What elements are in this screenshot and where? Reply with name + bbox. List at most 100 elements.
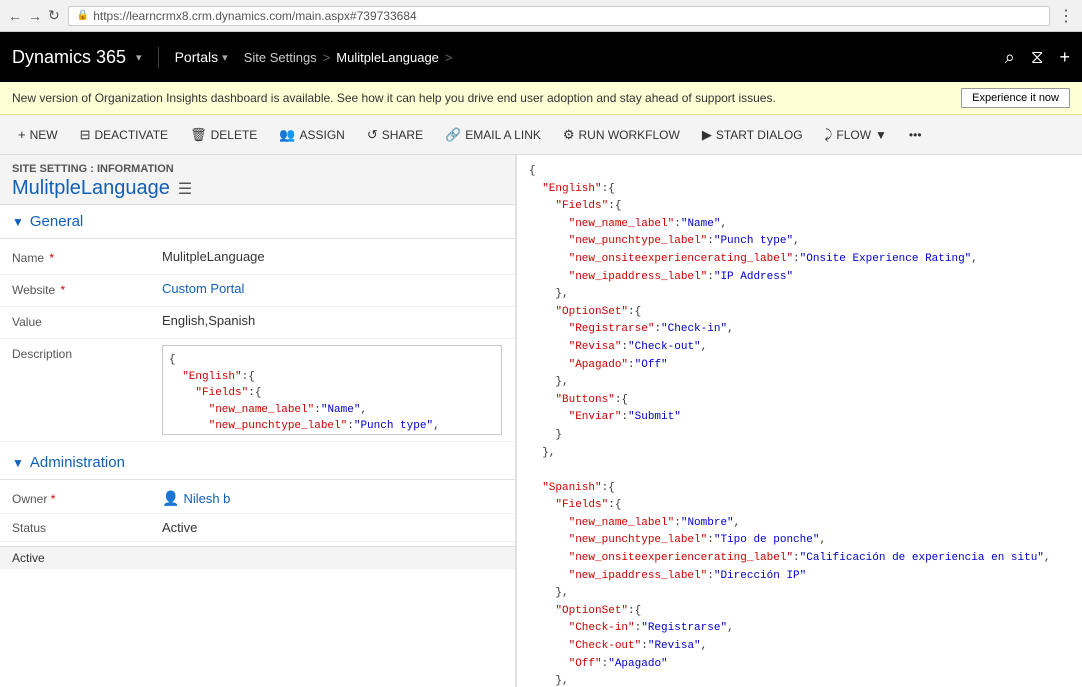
entity-type: SITE SETTING : INFORMATION [12, 163, 503, 175]
json-line-5: "new_onsiteexperiencerating_label":"Onsi… [529, 251, 1070, 269]
main-container: SITE SETTING : INFORMATION MulitpleLangu… [0, 155, 1082, 687]
json-line-24: "OptionSet":{ [529, 603, 1070, 621]
value-value[interactable]: English,Spanish [162, 313, 503, 328]
experience-button[interactable]: Experience it now [961, 88, 1070, 108]
general-section-title: General [30, 213, 83, 230]
json-line-23: }, [529, 585, 1070, 603]
workflow-label: RUN WORKFLOW [579, 128, 680, 142]
assign-label: ASSIGN [299, 128, 344, 142]
json-line-8: "OptionSet":{ [529, 304, 1070, 322]
app-header: Dynamics 365 ▾ Portals ▾ Site Settings >… [0, 32, 1082, 82]
dialog-icon: ▶ [702, 127, 712, 143]
json-line-9: "Registrarse":"Check-in", [529, 321, 1070, 339]
page-title: MulitpleLanguage [12, 177, 170, 200]
share-button[interactable]: ↺ SHARE [357, 121, 433, 149]
breadcrumb-arrow-2: > [445, 50, 453, 65]
status-value: Active [162, 520, 197, 535]
app-title-chevron[interactable]: ▾ [136, 51, 142, 64]
json-line-28: }, [529, 673, 1070, 687]
browser-nav[interactable]: ← → ↻ [8, 7, 60, 24]
general-fields: Name * MulitpleLanguage Website * Custom… [0, 239, 515, 446]
json-line-12: }, [529, 374, 1070, 392]
general-toggle-icon[interactable]: ▼ [12, 215, 24, 229]
run-workflow-button[interactable]: ⚙ RUN WORKFLOW [553, 121, 690, 149]
name-field-row: Name * MulitpleLanguage [0, 243, 515, 275]
json-line-14: "Enviar":"Submit" [529, 409, 1070, 427]
admin-toggle-icon[interactable]: ▼ [12, 456, 24, 470]
notification-text: New version of Organization Insights das… [12, 91, 776, 105]
portals-nav[interactable]: Portals ▾ [159, 49, 244, 65]
deactivate-icon: ⊟ [80, 127, 91, 143]
status-text: Active [12, 551, 45, 565]
page-title-row: MulitpleLanguage ☰ [12, 177, 503, 200]
portals-label: Portals [175, 49, 219, 65]
portals-chevron[interactable]: ▾ [222, 51, 228, 64]
json-line-16: }, [529, 445, 1070, 463]
refresh-icon[interactable]: ↻ [48, 7, 60, 24]
breadcrumb-section: Site Settings > MulitpleLanguage > [244, 50, 1005, 65]
json-line-21: "new_onsiteexperiencerating_label":"Cali… [529, 550, 1070, 568]
description-label: Description [12, 345, 162, 361]
email-icon: 🔗 [445, 127, 461, 143]
app-title-section: Dynamics 365 ▾ [12, 47, 159, 68]
owner-value[interactable]: 👤 Nilesh b [162, 490, 230, 507]
flow-label: FLOW [836, 128, 871, 142]
json-line-17: "Spanish":{ [529, 480, 1070, 498]
dialog-label: START DIALOG [716, 128, 803, 142]
json-line-22: "new_ipaddress_label":"Dirección IP" [529, 568, 1070, 586]
general-section-header: ▼ General [0, 205, 515, 239]
new-label: NEW [30, 128, 58, 142]
history-icon[interactable]: ⧖ [1031, 47, 1044, 68]
url-bar[interactable]: 🔒 https://learncrmx8.crm.dynamics.com/ma… [68, 6, 1050, 26]
description-textarea[interactable]: { "English":{ "Fields":{ "new_name_label… [162, 345, 502, 435]
back-icon[interactable]: ← [8, 8, 22, 24]
flow-dropdown-icon: ▼ [875, 128, 887, 142]
json-line-20: "new_punchtype_label":"Tipo de ponche", [529, 532, 1070, 550]
person-icon: 👤 [162, 490, 179, 507]
json-line-27: "Off":"Apagado" [529, 656, 1070, 674]
name-value[interactable]: MulitpleLanguage [162, 249, 503, 264]
website-field-row: Website * Custom Portal [0, 275, 515, 307]
new-icon: + [18, 127, 26, 142]
name-required: * [46, 251, 54, 265]
json-line-18: "Fields":{ [529, 497, 1070, 515]
start-dialog-button[interactable]: ▶ START DIALOG [692, 121, 813, 149]
json-line-0: { [529, 163, 1070, 181]
page-header: SITE SETTING : INFORMATION MulitpleLangu… [0, 155, 515, 205]
search-icon[interactable]: ⌕ [1005, 47, 1015, 68]
bottom-status: Active [0, 546, 515, 569]
website-required: * [57, 283, 65, 297]
workflow-icon: ⚙ [563, 127, 575, 143]
assign-button[interactable]: 👥 ASSIGN [269, 121, 355, 149]
browser-bar: ← → ↻ 🔒 https://learncrmx8.crm.dynamics.… [0, 0, 1082, 32]
website-label: Website * [12, 281, 162, 297]
json-viewer-panel[interactable]: { "English":{ "Fields":{ "new_name_label… [516, 155, 1082, 687]
share-label: SHARE [382, 128, 423, 142]
flow-icon: ⤸ [825, 127, 833, 143]
json-line-3: "new_name_label":"Name", [529, 216, 1070, 234]
email-label: EMAIL A LINK [465, 128, 541, 142]
header-icons: ⌕ ⧖ + [1005, 47, 1070, 68]
browser-actions: ⋮ [1058, 6, 1074, 26]
json-line-6: "new_ipaddress_label":"IP Address" [529, 269, 1070, 287]
deactivate-button[interactable]: ⊟ DEACTIVATE [70, 121, 178, 149]
website-value[interactable]: Custom Portal [162, 281, 503, 296]
more-button[interactable]: ••• [899, 122, 932, 148]
browser-menu-icon[interactable]: ⋮ [1058, 6, 1074, 26]
breadcrumb-site-settings[interactable]: Site Settings [244, 50, 317, 65]
more-label: ••• [909, 128, 922, 142]
value-label: Value [12, 313, 162, 329]
general-section: ▼ General Name * MulitpleLanguage Websit… [0, 205, 515, 446]
json-line-15: } [529, 427, 1070, 445]
delete-button[interactable]: 🗑 DELETE [180, 121, 267, 149]
new-button[interactable]: + NEW [8, 121, 68, 148]
owner-field-row: Owner * 👤 Nilesh b [0, 484, 515, 514]
breadcrumb-arrow-1: > [323, 50, 331, 65]
hamburger-icon[interactable]: ☰ [178, 179, 192, 199]
forward-icon[interactable]: → [28, 8, 42, 24]
json-line-25: "Check-in":"Registrarse", [529, 620, 1070, 638]
status-label: Status [12, 521, 162, 535]
flow-button[interactable]: ⤸ FLOW ▼ [815, 121, 897, 149]
add-icon[interactable]: + [1059, 47, 1070, 68]
email-link-button[interactable]: 🔗 EMAIL A LINK [435, 121, 551, 149]
